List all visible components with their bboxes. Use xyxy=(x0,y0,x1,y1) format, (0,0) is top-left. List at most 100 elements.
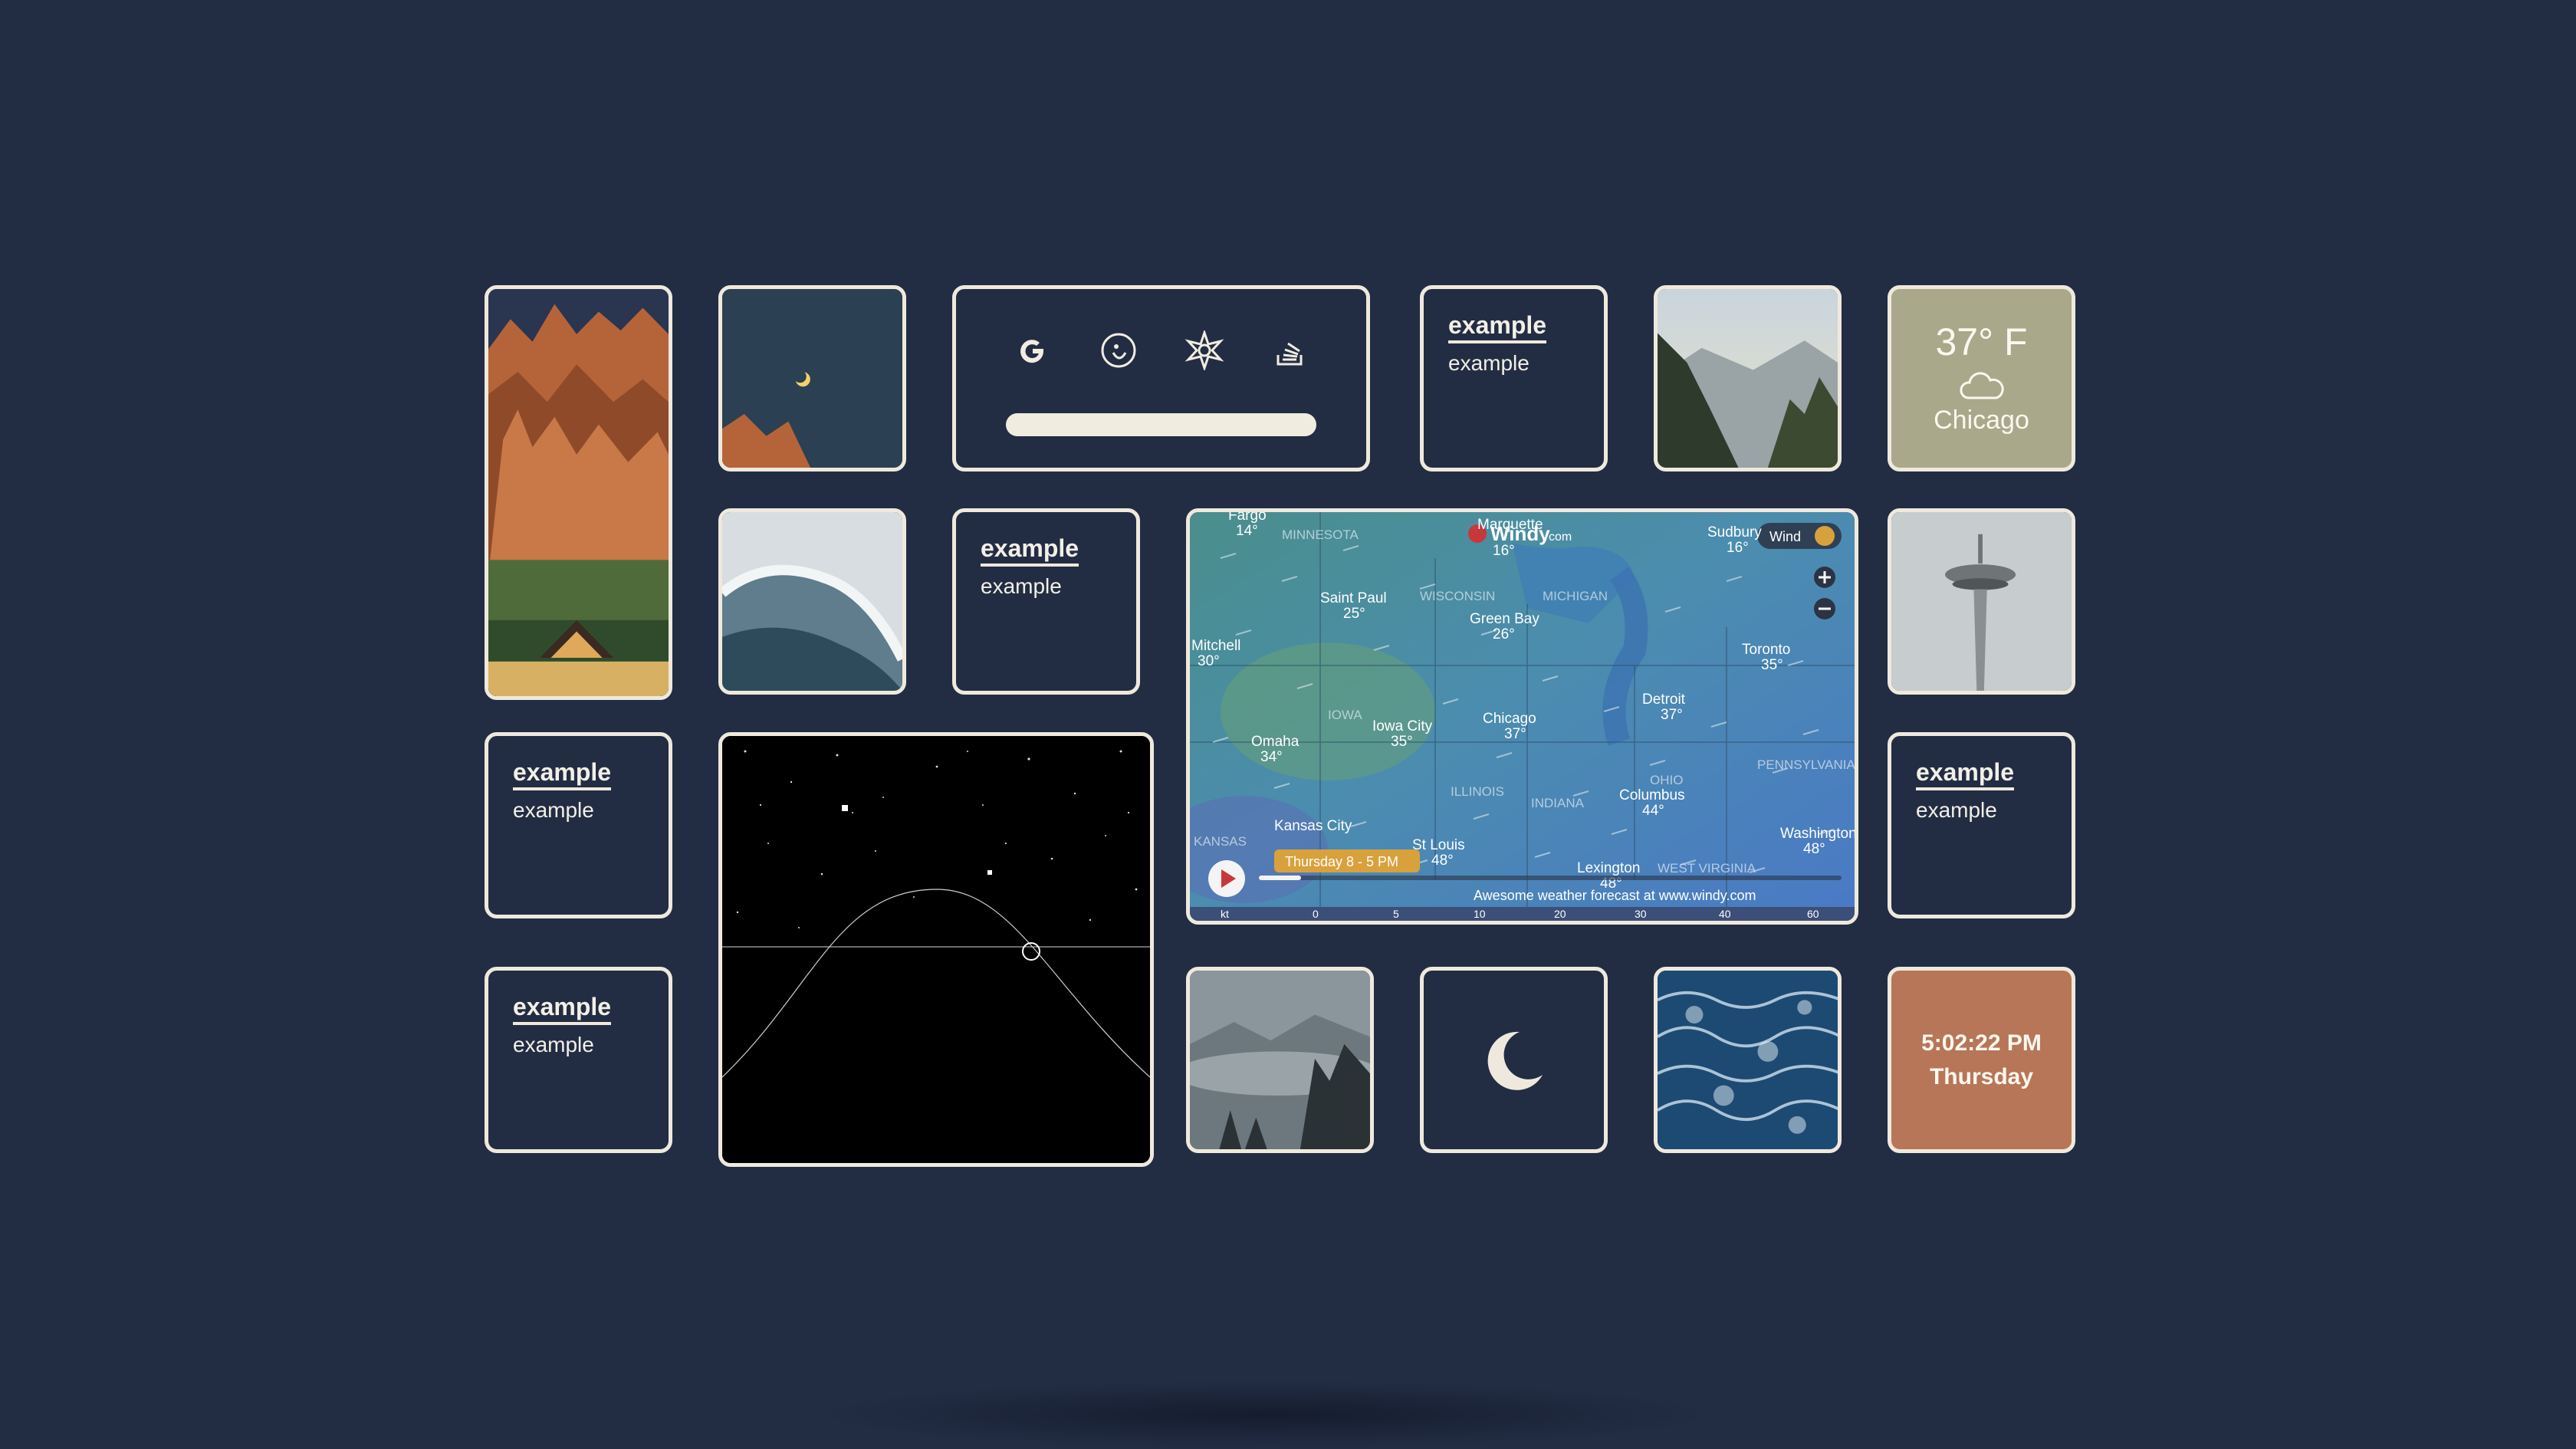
google-icon[interactable] xyxy=(1010,327,1056,373)
map-region-label: WISCONSIN xyxy=(1420,589,1495,603)
weather-city: Chicago xyxy=(1934,406,2029,435)
map-city-name: Lexington xyxy=(1577,860,1640,876)
link-title[interactable]: example xyxy=(1448,311,1547,344)
wind-legend-label: 60 xyxy=(1807,908,1819,920)
map-city-name: Kansas City xyxy=(1274,818,1352,834)
link-subtitle: example xyxy=(981,574,1062,599)
link-title[interactable]: example xyxy=(513,758,612,791)
ocean-surface-image[interactable] xyxy=(1654,967,1842,1153)
link-subtitle: example xyxy=(513,1033,594,1057)
space-needle-image[interactable] xyxy=(1888,508,2075,695)
weather-widget[interactable]: 37° F Chicago xyxy=(1888,285,2075,472)
weather-map[interactable]: Windy com Wind MINNESOTA WISCONSIN MICHI… xyxy=(1190,512,1855,921)
link-card[interactable]: example example xyxy=(485,732,672,918)
map-city-temp: 44° xyxy=(1642,803,1664,819)
map-city-temp: 37° xyxy=(1661,707,1683,723)
forest-valley-image[interactable] xyxy=(1654,285,1842,472)
link-title[interactable]: example xyxy=(513,993,612,1026)
map-region-label: MICHIGAN xyxy=(1543,589,1608,603)
map-city-name: Chicago xyxy=(1483,711,1536,727)
map-city-name: Marquette xyxy=(1477,517,1543,533)
map-city-name: Green Bay xyxy=(1470,611,1539,627)
timeline-label: Thursday 8 - 5 PM xyxy=(1274,849,1420,872)
wolfram-icon[interactable] xyxy=(1181,327,1227,373)
windy-attribution: Awesome weather forecast at www.windy.co… xyxy=(1474,888,1756,903)
map-city-temp: 34° xyxy=(1260,749,1283,765)
windy-brand-suffix: com xyxy=(1549,531,1572,544)
misty-forest-image[interactable] xyxy=(1186,967,1374,1153)
search-input[interactable] xyxy=(1006,413,1316,436)
map-city-name: Fargo xyxy=(1228,512,1267,524)
wind-legend-label: 30 xyxy=(1635,908,1647,920)
play-button[interactable] xyxy=(1208,860,1245,897)
sky-horizon-animation[interactable] xyxy=(718,732,1154,1167)
map-city-temp: 16° xyxy=(1493,543,1515,559)
map-region-label: ILLINOIS xyxy=(1451,784,1504,799)
duckduckgo-icon[interactable] xyxy=(1096,327,1142,373)
map-city-temp: 30° xyxy=(1198,653,1220,669)
clock-widget: 5:02:22 PM Thursday xyxy=(1888,967,2075,1153)
wind-legend-bar xyxy=(1190,907,1855,921)
map-region-label: KANSAS xyxy=(1194,834,1247,849)
map-region-label: WEST VIRGINIA xyxy=(1658,861,1756,876)
theme-toggle-moon[interactable] xyxy=(1420,967,1608,1153)
wind-icon xyxy=(1815,526,1835,546)
map-city-name: St Louis xyxy=(1412,837,1465,853)
map-region-label: PENNSYLVANIA xyxy=(1757,757,1855,772)
map-city-temp: 26° xyxy=(1493,626,1515,642)
cloud-icon xyxy=(1957,369,2006,402)
stackoverflow-icon[interactable] xyxy=(1267,327,1313,373)
wind-legend-label: 5 xyxy=(1393,908,1399,920)
link-card[interactable]: example example xyxy=(1420,285,1608,472)
map-city-name: Iowa City xyxy=(1372,718,1433,734)
map-city-name: Mitchell xyxy=(1191,638,1240,654)
ocean-wave-image[interactable] xyxy=(718,508,906,695)
link-title[interactable]: example xyxy=(981,534,1079,567)
night-sky-pixel-image[interactable] xyxy=(718,285,906,472)
svg-text:Thursday 8 - 5 PM: Thursday 8 - 5 PM xyxy=(1285,854,1398,869)
map-region-label: OHIO xyxy=(1650,773,1683,787)
clock-time: 5:02:22 PM xyxy=(1921,1030,2042,1056)
map-city-name: Washington xyxy=(1780,826,1855,842)
map-city-temp: 35° xyxy=(1391,734,1413,750)
map-city-temp: 14° xyxy=(1236,523,1258,539)
link-subtitle: example xyxy=(1448,351,1530,376)
wind-layer-button[interactable]: Wind xyxy=(1757,523,1842,549)
map-city-name: Toronto xyxy=(1742,642,1790,658)
wind-legend-label: 0 xyxy=(1313,908,1319,920)
link-title[interactable]: example xyxy=(1916,758,2015,791)
weather-temperature: 37° F xyxy=(1935,320,2028,363)
map-city-name: Columbus xyxy=(1619,787,1685,803)
bottom-shadow xyxy=(805,1380,1725,1449)
map-region-label: INDIANA xyxy=(1531,796,1585,810)
map-city-name: Detroit xyxy=(1642,692,1686,708)
map-city-temp: 25° xyxy=(1343,606,1365,622)
wind-legend-label: 40 xyxy=(1719,908,1731,920)
zoom-out-button[interactable] xyxy=(1814,598,1835,619)
crescent-moon-icon xyxy=(1487,1031,1543,1090)
link-subtitle: example xyxy=(1916,798,1997,823)
wind-legend-label: 10 xyxy=(1474,908,1486,920)
map-city-name: Omaha xyxy=(1251,734,1300,750)
map-city-temp: 16° xyxy=(1727,540,1749,556)
timeline-progress xyxy=(1259,876,1301,880)
map-city-name: Saint Paul xyxy=(1320,590,1387,606)
map-city-temp: 48° xyxy=(1803,841,1825,857)
wind-layer-label: Wind xyxy=(1769,529,1801,544)
map-region-label: MINNESOTA xyxy=(1282,527,1359,542)
zoom-in-button[interactable] xyxy=(1814,567,1835,588)
clock-day: Thursday xyxy=(1929,1063,2034,1089)
map-city-temp: 35° xyxy=(1761,657,1783,673)
link-subtitle: example xyxy=(513,798,594,823)
map-region-label: IOWA xyxy=(1328,708,1362,722)
link-card[interactable]: example example xyxy=(1888,732,2075,918)
link-card[interactable]: example example xyxy=(952,508,1140,695)
timeline-track[interactable] xyxy=(1259,876,1842,880)
wind-legend-label: 20 xyxy=(1554,908,1566,920)
wind-legend-label: kt xyxy=(1221,908,1229,920)
windy-map-widget[interactable]: Windy com Wind MINNESOTA WISCONSIN MICHI… xyxy=(1186,508,1858,925)
map-city-temp: 48° xyxy=(1431,853,1454,869)
desert-pixel-art-image[interactable] xyxy=(485,285,672,700)
map-city-temp: 37° xyxy=(1504,726,1526,742)
link-card[interactable]: example example xyxy=(485,967,672,1153)
